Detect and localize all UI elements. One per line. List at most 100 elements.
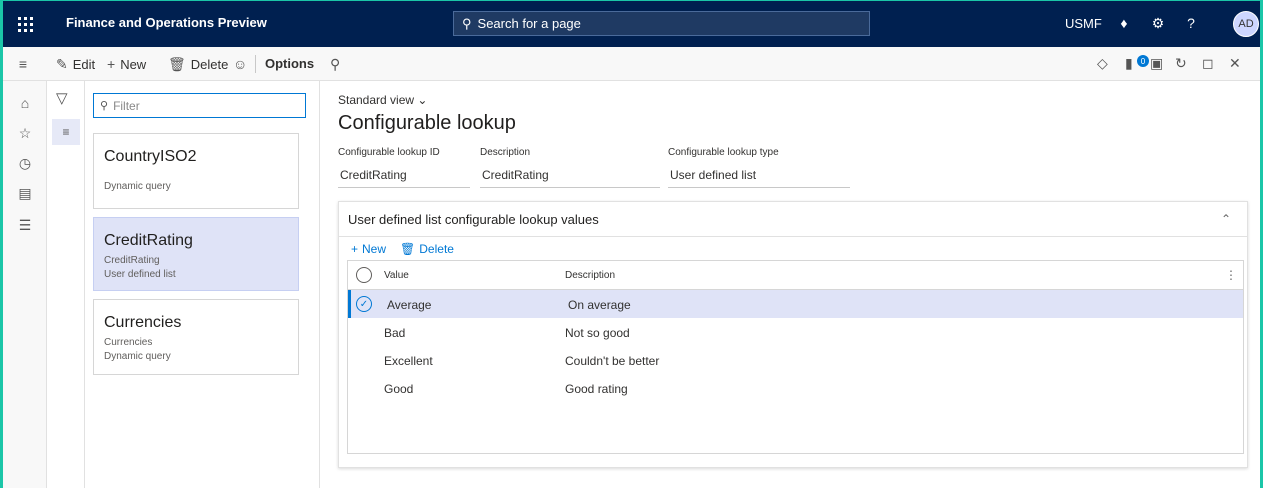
list-item-selected[interactable]: CreditRating CreditRating User defined l… <box>93 217 299 291</box>
feedback-button[interactable]: ☺ <box>233 56 252 72</box>
list-item-description: Currencies <box>104 337 153 348</box>
field-label: Configurable lookup ID <box>338 147 440 158</box>
list-item-title: CountryISO2 <box>104 148 197 165</box>
view-selector[interactable]: Standard view ⌄ <box>338 93 427 107</box>
search-placeholder: Search for a page <box>477 16 581 31</box>
grid-delete-label: Delete <box>419 242 454 256</box>
open-new-window-icon[interactable]: ◻ <box>1202 55 1214 72</box>
column-header-value[interactable]: Value <box>384 270 409 281</box>
company-picker[interactable]: USMF <box>1065 16 1102 31</box>
office-icon[interactable]: ▮ <box>1125 55 1133 72</box>
table-row[interactable]: Bad Not so good <box>348 318 1243 346</box>
more-options-icon[interactable]: ⋮ <box>1225 268 1237 282</box>
navigation-bar: ⌂ ☆ ◷ ▤ ☰ <box>3 81 47 488</box>
notification-badge: 0 <box>1137 55 1149 67</box>
window-frame: Finance and Operations Preview ⚲ Search … <box>0 0 1263 488</box>
cell-description[interactable]: Couldn't be better <box>565 354 659 368</box>
cell-value[interactable]: Good <box>384 382 413 396</box>
app-title: Finance and Operations Preview <box>66 15 267 30</box>
close-icon[interactable]: ✕ <box>1229 55 1241 72</box>
funnel-icon[interactable]: ▽ <box>56 89 68 107</box>
row-selected-check-icon[interactable]: ✓ <box>356 296 372 312</box>
fasttab-title[interactable]: User defined list configurable lookup va… <box>348 212 599 227</box>
table-row[interactable]: Good Good rating <box>348 374 1243 402</box>
clock-icon[interactable]: ◷ <box>15 153 35 173</box>
delete-button[interactable]: 🗑 Delete <box>168 56 228 73</box>
trash-icon: 🗑 <box>168 56 186 72</box>
edit-button[interactable]: ✎ Edit <box>56 56 95 73</box>
delete-label: Delete <box>190 57 229 72</box>
smiley-icon: ☺ <box>233 56 248 72</box>
list-item[interactable]: CountryISO2 Dynamic query <box>93 133 299 209</box>
divider <box>255 55 256 73</box>
lookup-type-input[interactable]: User defined list <box>668 166 850 188</box>
list-item-title: CreditRating <box>104 232 193 249</box>
filter-column: ▽ ≡ <box>47 81 85 488</box>
power-apps-icon[interactable]: ◇ <box>1097 55 1108 72</box>
action-search-button[interactable]: ⚲ <box>330 56 345 73</box>
grid-toolbar: + New 🗑 Delete <box>351 242 454 256</box>
search-icon: ⚲ <box>330 56 341 72</box>
search-icon: ⚲ <box>462 15 472 31</box>
refresh-icon[interactable]: ↻ <box>1175 55 1187 72</box>
star-icon[interactable]: ☆ <box>15 123 35 143</box>
hamburger-icon[interactable]: ≡ <box>13 54 33 74</box>
modules-icon[interactable]: ☰ <box>15 215 35 235</box>
list-item[interactable]: Currencies Currencies Dynamic query <box>93 299 299 375</box>
list-item-type: User defined list <box>104 269 176 280</box>
list-item-type: Dynamic query <box>104 181 171 192</box>
table-row[interactable]: Excellent Couldn't be better <box>348 346 1243 374</box>
grid-new-label: New <box>362 242 387 256</box>
search-icon: ⚲ <box>100 100 109 112</box>
page-search-input[interactable]: ⚲ Search for a page <box>453 11 870 36</box>
page-title: Configurable lookup <box>338 112 516 134</box>
view-label: Standard view <box>338 93 415 107</box>
table-row[interactable]: ✓ Average On average <box>348 290 1243 318</box>
gear-icon[interactable]: ⚙ <box>1147 12 1169 34</box>
help-icon[interactable]: ? <box>1180 12 1202 34</box>
list-item-description: CreditRating <box>104 255 160 266</box>
chevron-up-icon[interactable]: ⌃ <box>1221 212 1231 226</box>
avatar[interactable]: AD <box>1233 11 1259 37</box>
grid-header: Value Description ⋮ <box>348 261 1243 290</box>
cell-description[interactable]: On average <box>568 298 631 312</box>
cell-description[interactable]: Good rating <box>565 382 628 396</box>
divider <box>339 236 1247 237</box>
cell-value[interactable]: Excellent <box>384 354 433 368</box>
cell-value[interactable]: Average <box>387 298 431 312</box>
edit-label: Edit <box>72 57 96 72</box>
values-grid: Value Description ⋮ ✓ Average On average… <box>347 260 1244 454</box>
grid-new-button[interactable]: + New <box>351 242 386 256</box>
chevron-down-icon: ⌄ <box>417 93 428 107</box>
plus-icon: + <box>351 242 359 256</box>
lookup-id-input[interactable]: CreditRating <box>338 166 470 188</box>
field-label: Configurable lookup type <box>668 147 779 158</box>
new-button[interactable]: + New <box>107 56 146 72</box>
lookup-values-fasttab: User defined list configurable lookup va… <box>338 201 1248 468</box>
grid-delete-button[interactable]: 🗑 Delete <box>400 242 454 256</box>
app-launcher-button[interactable] <box>3 1 47 47</box>
bell-icon[interactable]: ♦ <box>1113 12 1135 34</box>
filter-input[interactable]: ⚲ Filter <box>93 93 306 118</box>
record-list: ⚲ Filter CountryISO2 Dynamic query Credi… <box>85 81 320 488</box>
attachments-icon[interactable]: ▣ <box>1150 55 1163 72</box>
top-bar: Finance and Operations Preview ⚲ Search … <box>3 1 1260 47</box>
cell-description[interactable]: Not so good <box>565 326 630 340</box>
trash-icon: 🗑 <box>400 242 416 256</box>
workspace-icon[interactable]: ▤ <box>15 183 35 203</box>
cell-value[interactable]: Bad <box>384 326 405 340</box>
details-pane: Standard view ⌄ Configurable lookup Conf… <box>320 81 1260 488</box>
select-all-checkbox[interactable] <box>356 267 372 283</box>
pencil-icon: ✎ <box>56 56 68 72</box>
options-tab[interactable]: Options <box>265 56 314 71</box>
new-label: New <box>120 56 147 72</box>
list-view-icon[interactable]: ≡ <box>52 119 80 145</box>
lookup-type-field: Configurable lookup type User defined li… <box>668 147 850 188</box>
home-icon[interactable]: ⌂ <box>15 93 35 113</box>
list-item-title: Currencies <box>104 314 182 331</box>
waffle-icon <box>17 16 33 32</box>
column-header-description[interactable]: Description <box>565 270 615 281</box>
plus-icon: + <box>107 56 116 72</box>
description-input[interactable]: CreditRating <box>480 166 660 188</box>
field-label: Description <box>480 147 531 158</box>
